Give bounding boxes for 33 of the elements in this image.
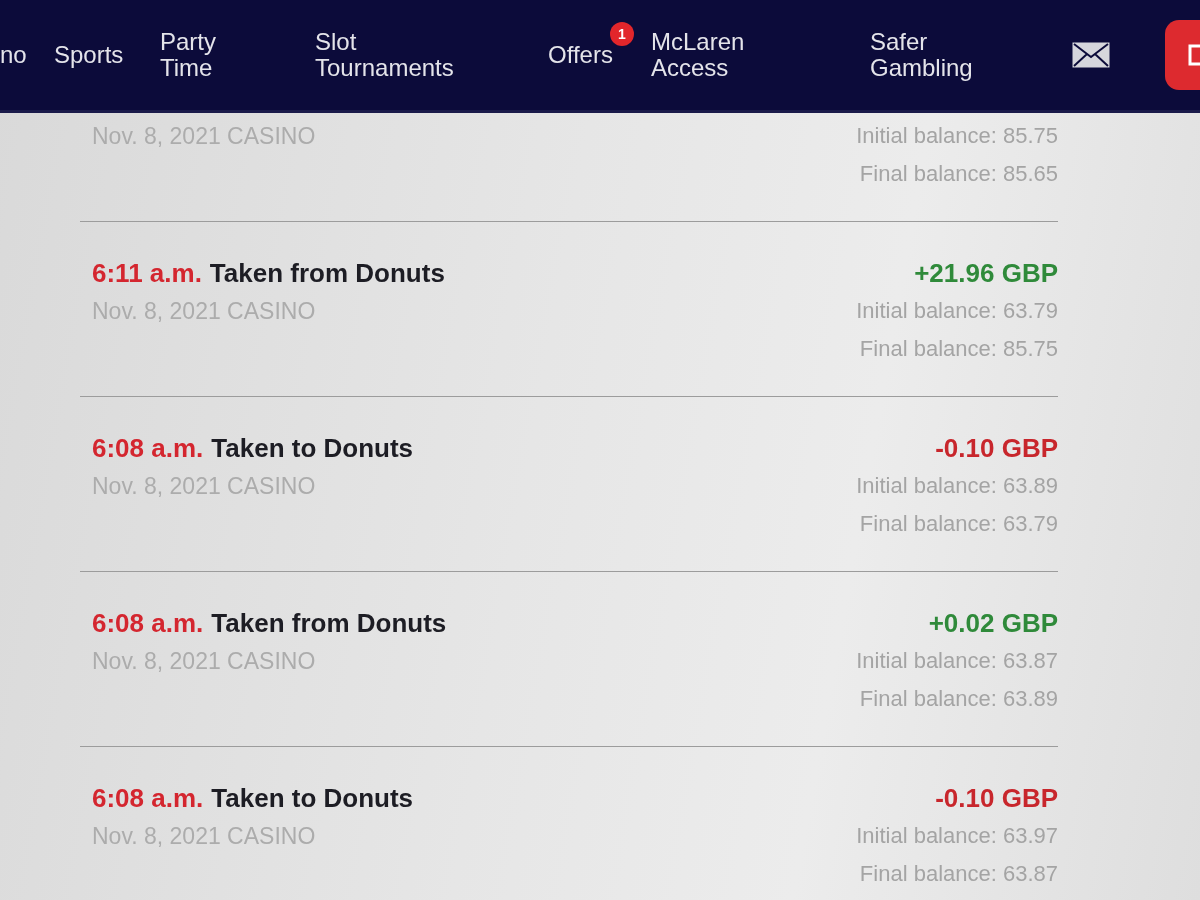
initial-balance: Initial balance: 63.89 (856, 473, 1058, 499)
transaction-amount: +21.96 GBP (914, 257, 1058, 289)
transaction-time: 6:11 a.m. (92, 257, 202, 289)
nav-link[interactable]: Offers (548, 42, 613, 68)
mail-icon (1072, 42, 1110, 68)
nav-link[interactable]: Safer Gambling (870, 29, 973, 81)
transaction-amount: -0.10 GBP (935, 782, 1058, 814)
final-balance: Final balance: 63.87 (859, 861, 1058, 887)
transaction-title: Taken to Donuts (211, 782, 414, 814)
final-balance: Final balance: 63.79 (859, 511, 1058, 537)
transaction-time: 6:08 a.m. (92, 432, 204, 464)
nav-link[interactable]: Slot Tournaments (315, 29, 454, 81)
mail-button[interactable] (1072, 42, 1110, 68)
final-balance: Final balance: 85.75 (859, 336, 1058, 362)
nav-link[interactable]: no (0, 42, 27, 68)
action-button[interactable] (1165, 20, 1200, 90)
transaction-title: Taken from Donuts (211, 607, 447, 639)
final-balance: Final balance: 85.65 (859, 161, 1058, 187)
transaction-amount: -0.10 GBP (935, 432, 1058, 464)
transaction-time: 6:08 a.m. (92, 782, 204, 814)
initial-balance: Initial balance: 85.75 (856, 123, 1058, 149)
transaction-time: 6:08 a.m. (92, 607, 204, 639)
nav-link[interactable]: McLaren Access (651, 29, 745, 81)
notification-badge: 1 (610, 22, 634, 46)
transaction-title: Taken from Donuts (209, 257, 445, 289)
transaction-amount: +0.02 GBP (928, 607, 1058, 639)
initial-balance: Initial balance: 63.97 (856, 823, 1058, 849)
nav-link[interactable]: Sports (54, 42, 124, 68)
transaction-title: Taken to Donuts (211, 432, 414, 464)
initial-balance: Initial balance: 63.87 (856, 648, 1058, 674)
initial-balance: Initial balance: 63.79 (856, 298, 1058, 324)
nav-link[interactable]: Party Time (160, 29, 216, 81)
final-balance: Final balance: 63.89 (859, 686, 1058, 712)
